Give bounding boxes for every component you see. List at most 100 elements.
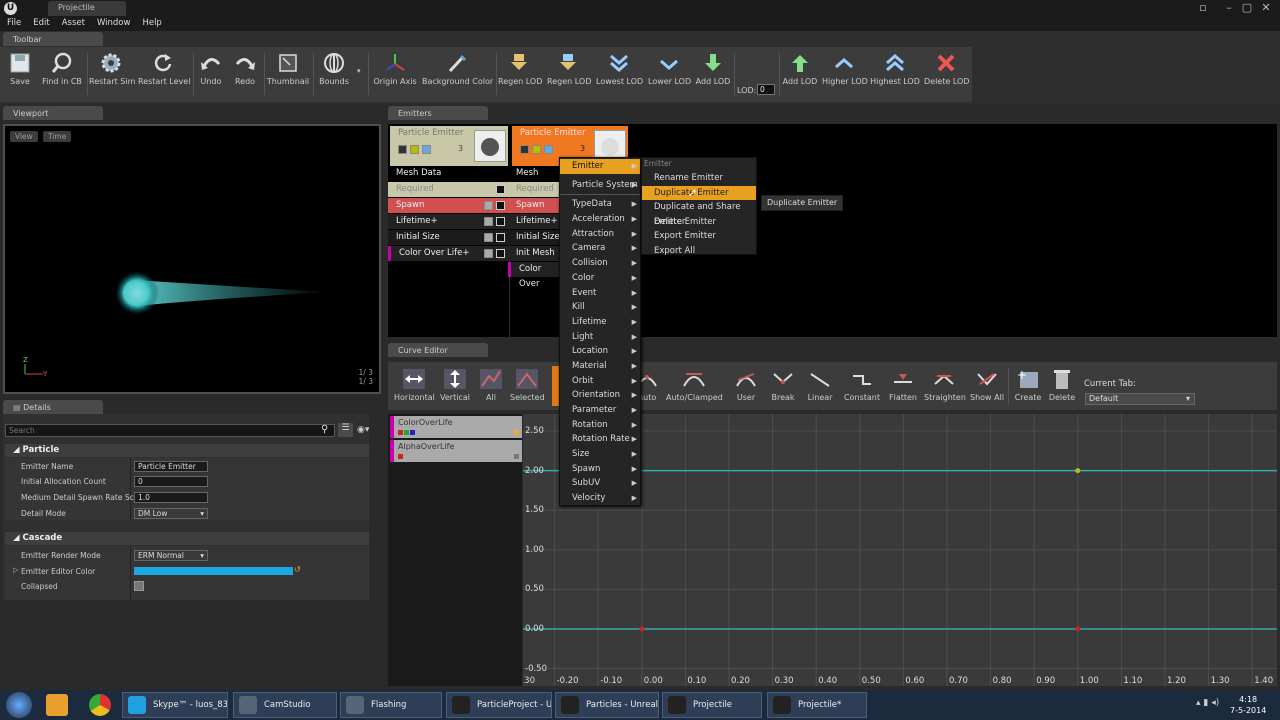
- reset-arrow-icon[interactable]: ↺: [294, 565, 301, 574]
- channel-blue-icon[interactable]: [410, 430, 415, 435]
- collapsed-checkbox[interactable]: [134, 581, 144, 591]
- save-button[interactable]: Save: [4, 52, 36, 98]
- expand-arrow-icon[interactable]: ▷: [13, 566, 18, 574]
- ctx-item-attraction[interactable]: Attraction ▶: [560, 227, 640, 242]
- toolbar-tab[interactable]: Toolbar: [3, 32, 103, 46]
- restart-level-button[interactable]: Restart Level: [138, 52, 190, 98]
- ctx-item-material[interactable]: Material ▶: [560, 359, 640, 374]
- origin-axis-button[interactable]: Origin Axis: [373, 52, 417, 98]
- menu-file[interactable]: File: [0, 17, 26, 28]
- category-particle[interactable]: ◢ Particle: [5, 444, 369, 457]
- mesh-data-2[interactable]: Mesh Data: [508, 166, 560, 193]
- module-required-1[interactable]: Required: [388, 182, 508, 197]
- lod-input[interactable]: 0: [757, 84, 775, 95]
- taskbar-item[interactable]: Particles - Unreal ...: [555, 692, 659, 718]
- taskbar-item[interactable]: CamStudio: [233, 692, 337, 718]
- ctx-item-rotation[interactable]: Rotation ▶: [560, 418, 640, 433]
- ctx-item-velocity[interactable]: Velocity ▶: [560, 491, 640, 506]
- module-spawn-2[interactable]: Spawn: [508, 198, 560, 213]
- export-all-item[interactable]: Export All: [642, 244, 756, 259]
- module-spawn-1[interactable]: Spawn: [388, 198, 508, 213]
- module-graph-icon[interactable]: [484, 249, 493, 258]
- curve-editor-tab[interactable]: Curve Editor: [388, 343, 488, 357]
- ctx-item-event[interactable]: Event ▶: [560, 286, 640, 301]
- menu-edit[interactable]: Edit: [26, 17, 54, 28]
- fit-horizontal-button[interactable]: Horizontal: [394, 364, 435, 402]
- start-button-icon[interactable]: [6, 692, 32, 718]
- channel-alpha-icon[interactable]: [398, 454, 403, 459]
- rename-emitter-item[interactable]: Rename Emitter: [642, 171, 756, 186]
- ctx-item-subuv[interactable]: SubUV ▶: [560, 476, 640, 491]
- eye-icon[interactable]: ◉▾: [357, 425, 369, 435]
- ctx-item-location[interactable]: Location ▶: [560, 344, 640, 359]
- emitter-toggle-icon[interactable]: [520, 145, 529, 154]
- curve-alpha-over-life[interactable]: AlphaOverLife: [390, 440, 522, 462]
- ctx-emitter[interactable]: Emitter ▶: [560, 159, 640, 174]
- view-button[interactable]: View: [10, 131, 38, 142]
- module-checkbox-icon[interactable]: [496, 185, 505, 194]
- clock[interactable]: 4:18 7-5-2014: [1230, 694, 1266, 716]
- module-checkbox-icon[interactable]: [496, 217, 505, 226]
- taskbar-item[interactable]: Skype™ - luos_83: [122, 692, 228, 718]
- ctx-item-kill[interactable]: Kill ▶: [560, 300, 640, 315]
- ctx-particle-system[interactable]: Particle System ▶: [560, 178, 640, 193]
- tray-icons[interactable]: ▴ ▮ ◂): [1196, 698, 1219, 708]
- redo-button[interactable]: Redo: [230, 52, 260, 98]
- curve-visible-icon[interactable]: [514, 454, 519, 459]
- module-required-2[interactable]: Required: [508, 182, 560, 197]
- user-button[interactable]: User: [734, 364, 758, 402]
- lowest-lod-button[interactable]: Lowest LOD: [596, 52, 643, 98]
- all-button[interactable]: All: [476, 364, 506, 402]
- emitter-header-1[interactable]: Particle Emitter 3: [390, 126, 508, 166]
- render-mode-dropdown[interactable]: ERM Normal ▾: [134, 550, 208, 561]
- break-button[interactable]: Break: [770, 364, 796, 402]
- module-color-over-2[interactable]: Color Over: [508, 262, 560, 289]
- module-graph-icon[interactable]: [484, 217, 493, 226]
- emitter-toggle-icon[interactable]: [398, 145, 407, 154]
- thumbnail-button[interactable]: Thumbnail: [266, 52, 310, 98]
- detail-mode-dropdown[interactable]: DM Low ▾: [134, 508, 208, 519]
- taskbar-item[interactable]: Projectile: [662, 692, 762, 718]
- media-player-icon[interactable]: [46, 694, 68, 716]
- add-lod-button[interactable]: Add LOD: [695, 52, 731, 98]
- taskbar-item[interactable]: Flashing: [340, 692, 442, 718]
- emitter-solo-icon[interactable]: [410, 145, 419, 154]
- close-icon[interactable]: ✕: [1259, 2, 1273, 14]
- regen-lod-2-button[interactable]: Regen LOD: [547, 52, 591, 98]
- bounds-button[interactable]: Bounds: [316, 52, 352, 98]
- undo-button[interactable]: Undo: [196, 52, 226, 98]
- delete-emitter-item[interactable]: Delete Emitter: [642, 215, 756, 230]
- export-emitter-item[interactable]: Export Emitter: [642, 229, 756, 244]
- minimize-icon[interactable]: ▫: [1196, 2, 1210, 14]
- module-graph-icon[interactable]: [484, 201, 493, 210]
- mesh-data-1[interactable]: Mesh Data: [388, 166, 508, 181]
- duplicate-share-emitter-item[interactable]: Duplicate and Share Emitter: [642, 200, 756, 227]
- module-lifetime-1[interactable]: Lifetime+: [388, 214, 508, 229]
- show-all-button[interactable]: Show All: [970, 364, 1004, 402]
- menu-asset[interactable]: Asset: [55, 17, 90, 28]
- auto-clamped-button[interactable]: Auto/Clamped: [666, 364, 723, 402]
- linear-button[interactable]: Linear: [806, 364, 834, 402]
- menu-window[interactable]: Window: [90, 17, 136, 28]
- taskbar-item[interactable]: Projectile*: [767, 692, 867, 718]
- ctx-item-orientation[interactable]: Orientation ▶: [560, 388, 640, 403]
- selected-button[interactable]: Selected: [510, 364, 545, 402]
- create-tab-button[interactable]: + Create: [1014, 364, 1042, 402]
- module-initial-size-2[interactable]: Initial Size: [508, 230, 560, 245]
- viewport[interactable]: View Time Z Y 1/ 3 1/ 3: [3, 124, 381, 394]
- ctx-item-size[interactable]: Size ▶: [560, 447, 640, 462]
- ctx-item-lifetime[interactable]: Lifetime ▶: [560, 315, 640, 330]
- module-graph-icon[interactable]: [484, 233, 493, 242]
- taskbar-item[interactable]: ParticleProject - U...: [446, 692, 552, 718]
- flatten-button[interactable]: Flatten: [888, 364, 918, 402]
- ctx-item-orbit[interactable]: Orbit ▶: [560, 374, 640, 389]
- background-color-button[interactable]: Background Color: [422, 52, 493, 98]
- emitter-solo-icon[interactable]: [532, 145, 541, 154]
- constant-button[interactable]: Constant: [842, 364, 882, 402]
- higher-lod-button[interactable]: Higher LOD: [822, 52, 868, 98]
- view-options-icon[interactable]: ☰: [338, 423, 353, 437]
- module-checkbox-icon[interactable]: [496, 201, 505, 210]
- restart-sim-button[interactable]: Restart Sim: [89, 52, 135, 98]
- details-tab[interactable]: ▤ Details: [3, 400, 103, 414]
- category-cascade[interactable]: ◢ Cascade: [5, 532, 369, 545]
